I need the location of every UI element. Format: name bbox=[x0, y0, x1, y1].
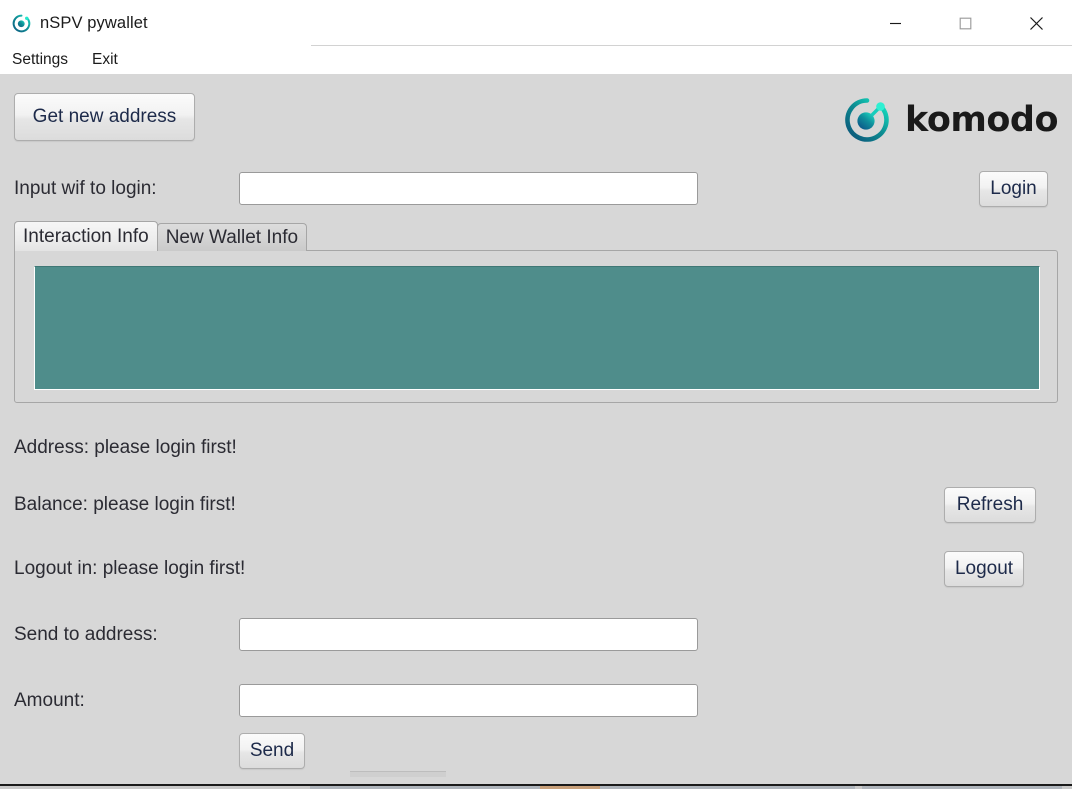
tab-interaction-info[interactable]: Interaction Info bbox=[14, 221, 158, 251]
logout-button[interactable]: Logout bbox=[944, 551, 1024, 587]
komodo-circle-icon bbox=[12, 14, 31, 33]
minimize-button[interactable] bbox=[860, 0, 930, 46]
window-title: nSPV pywallet bbox=[40, 13, 148, 32]
login-button[interactable]: Login bbox=[979, 171, 1048, 207]
komodo-logo-icon bbox=[843, 96, 891, 144]
close-icon bbox=[1029, 16, 1043, 30]
info-tab-widget: Interaction Info New Wallet Info bbox=[14, 221, 1058, 403]
send-to-address-input[interactable] bbox=[239, 618, 698, 651]
title-bar: nSPV pywallet bbox=[0, 0, 1072, 46]
balance-status: Balance: please login first! bbox=[14, 494, 236, 515]
komodo-brand: komodo bbox=[843, 94, 1059, 146]
menu-bar: Settings Exit bbox=[0, 46, 1072, 74]
menu-item-settings[interactable]: Settings bbox=[12, 51, 68, 69]
tab-pane-interaction-info bbox=[14, 250, 1058, 403]
tab-new-wallet-info[interactable]: New Wallet Info bbox=[156, 223, 308, 251]
window-resize-grip[interactable] bbox=[350, 771, 446, 777]
interaction-console[interactable] bbox=[34, 266, 1040, 390]
window-controls bbox=[860, 0, 1072, 46]
wif-login-label: Input wif to login: bbox=[14, 178, 157, 199]
tab-bar: Interaction Info New Wallet Info bbox=[14, 221, 308, 251]
address-status: Address: please login first! bbox=[14, 437, 237, 458]
close-button[interactable] bbox=[1000, 0, 1072, 46]
amount-label: Amount: bbox=[14, 690, 85, 711]
refresh-button[interactable]: Refresh bbox=[944, 487, 1036, 523]
logout-status: Logout in: please login first! bbox=[14, 558, 246, 579]
maximize-icon bbox=[959, 17, 971, 29]
komodo-wordmark: komodo bbox=[905, 99, 1059, 140]
get-new-address-button[interactable]: Get new address bbox=[14, 93, 195, 141]
amount-input[interactable] bbox=[239, 684, 698, 717]
maximize-button[interactable] bbox=[930, 0, 1000, 46]
send-button[interactable]: Send bbox=[239, 733, 305, 769]
client-area: Get new address komodo Input wif to logi… bbox=[0, 74, 1072, 784]
minimize-icon bbox=[889, 22, 901, 24]
menu-item-exit[interactable]: Exit bbox=[92, 51, 118, 69]
app-window: nSPV pywallet Settings Exit Get new addr… bbox=[0, 0, 1072, 789]
title-bar-left: nSPV pywallet bbox=[12, 0, 148, 46]
wif-input[interactable] bbox=[239, 172, 698, 205]
send-to-address-label: Send to address: bbox=[14, 624, 158, 645]
